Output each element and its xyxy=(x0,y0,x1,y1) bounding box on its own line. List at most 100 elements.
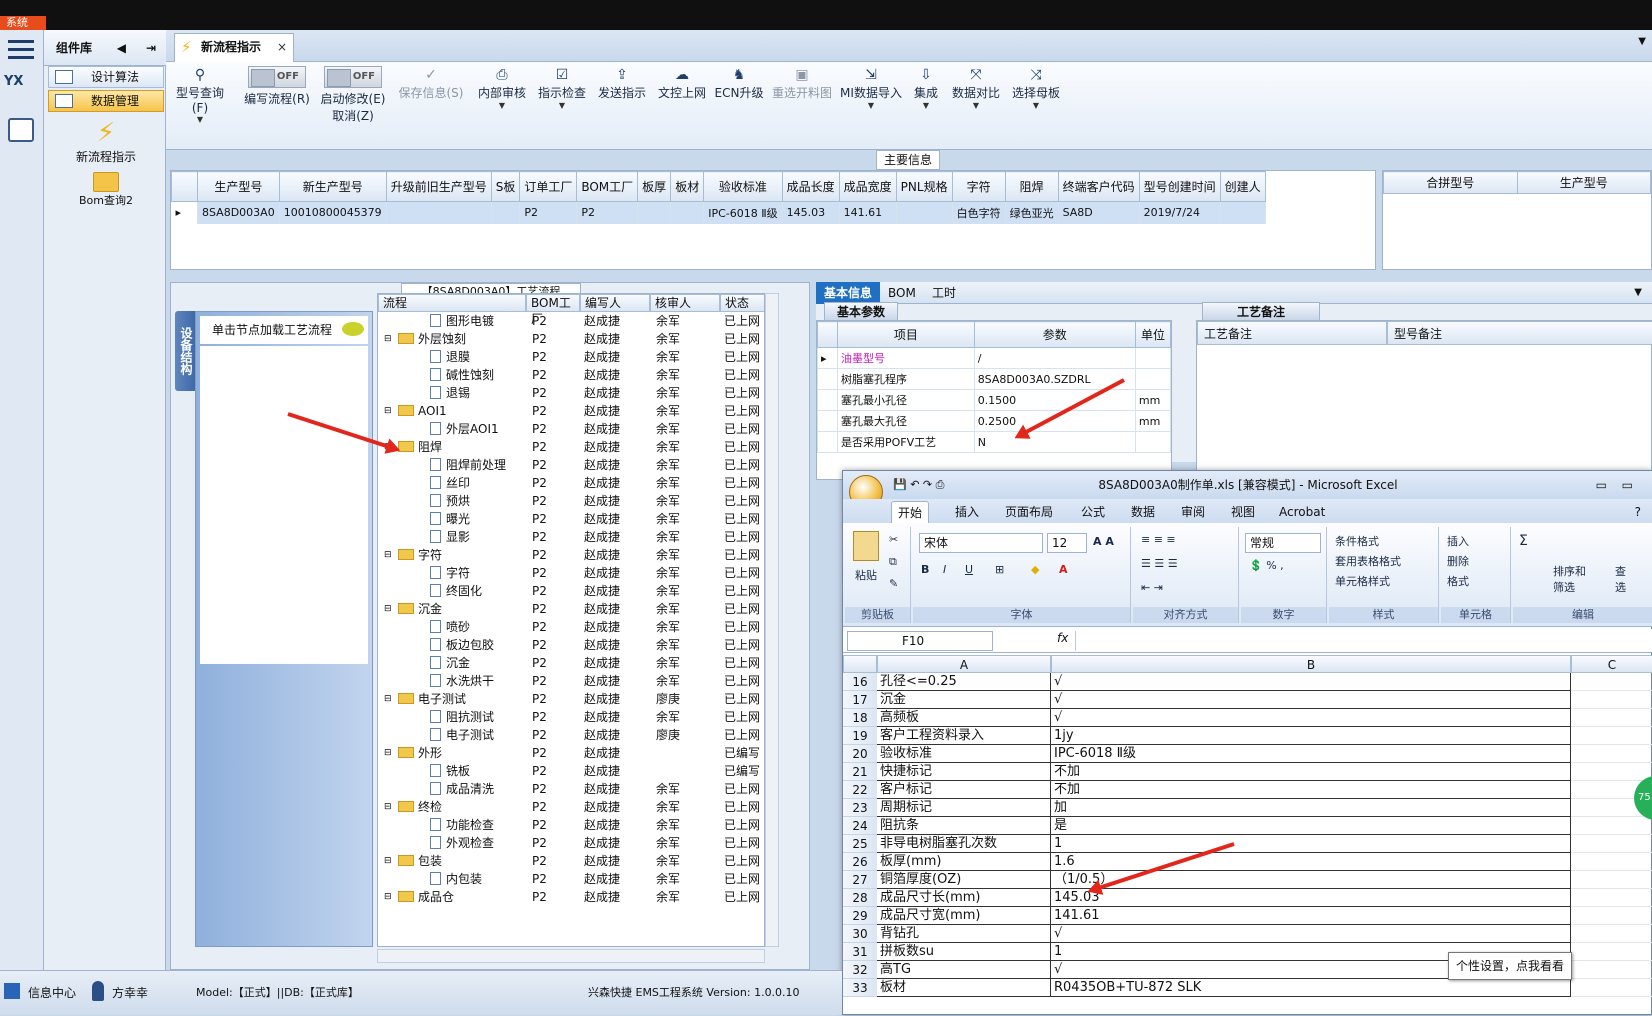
bom-query-item[interactable]: Bom查询2 xyxy=(54,172,158,208)
tree-row[interactable]: 字符 P2 赵成捷 余军 已上网 xyxy=(378,564,764,582)
tree-node[interactable]: 丝印 xyxy=(430,474,526,492)
tab-review[interactable]: 审阅 xyxy=(1175,501,1211,523)
tree-row[interactable]: 退膜 P2 赵成捷 余军 已上网 xyxy=(378,348,764,366)
tree-node[interactable]: 内包装 xyxy=(430,870,526,888)
param-cell-param[interactable]: N xyxy=(973,431,1136,453)
find-select-button[interactable]: 查选 xyxy=(1615,563,1626,595)
col-header[interactable]: 升级前旧生产型号 xyxy=(385,171,492,202)
tab-bom[interactable]: BOM xyxy=(880,282,924,304)
cell-a[interactable]: 背钻孔 xyxy=(877,925,1051,943)
col-header-c[interactable]: C xyxy=(1571,655,1652,673)
tab-page-layout[interactable]: 页面布局 xyxy=(999,501,1059,523)
tree-row[interactable]: 外层AOI1 P2 赵成捷 余军 已上网 xyxy=(378,420,764,438)
cell-b[interactable]: 不加 xyxy=(1051,763,1571,781)
select-all-corner[interactable] xyxy=(843,655,877,673)
col-header[interactable]: 型号创建时间 xyxy=(1138,171,1221,202)
table-row[interactable]: 塞孔最大孔径 0.2500 mm xyxy=(817,410,1172,432)
row-number[interactable]: 24 xyxy=(843,817,877,835)
tree-row[interactable]: 成品仓 P2 赵成捷 余军 已上网 ⊟ xyxy=(378,888,764,906)
tree-node[interactable]: 包装 xyxy=(398,852,526,870)
align-top-icon[interactable]: ≡ ≡ ≡ xyxy=(1141,533,1176,546)
fx-icon[interactable]: fx xyxy=(1057,631,1068,645)
number-format-select[interactable]: 常规 xyxy=(1245,533,1321,553)
col-header[interactable]: 成品长度 xyxy=(781,171,840,202)
col-header[interactable]: 项目 xyxy=(837,321,975,348)
table-cell[interactable]: 白色字符 xyxy=(952,201,1006,224)
col-header[interactable]: 成品宽度 xyxy=(838,171,897,202)
tree-node[interactable]: 显影 xyxy=(430,528,526,546)
col-header[interactable]: 新生产型号 xyxy=(278,171,387,202)
basic-params-group-tab[interactable]: 基本参数 xyxy=(824,302,899,320)
format-painter-icon[interactable]: ✎ xyxy=(889,577,898,590)
expand-collapse-icon[interactable]: ⊟ xyxy=(384,744,396,762)
dropdown-arrow-icon[interactable]: ▼ xyxy=(950,101,1002,110)
paste-button[interactable]: 粘贴 xyxy=(855,567,877,583)
personalize-tooltip[interactable]: 个性设置，点我看看 xyxy=(1448,952,1572,980)
cell-a[interactable]: 铜箔厚度(OZ) xyxy=(877,871,1051,889)
tree-node[interactable]: 铣板 xyxy=(430,762,526,780)
cell-c[interactable] xyxy=(1571,709,1652,727)
craft-notes-group-tab[interactable]: 工艺备注 xyxy=(1202,302,1321,320)
table-cell[interactable]: 绿色亚光 xyxy=(1005,201,1059,224)
cell-b[interactable]: 141.61 xyxy=(1051,907,1571,925)
cell-a[interactable]: 周期标记 xyxy=(877,799,1051,817)
expand-collapse-icon[interactable]: ⊟ xyxy=(384,690,396,708)
col-header[interactable]: 字符 xyxy=(951,171,1006,202)
cell-b[interactable]: √ xyxy=(1051,673,1571,691)
tree-node[interactable]: 沉金 xyxy=(430,654,526,672)
tree-node[interactable]: 电子测试 xyxy=(398,690,526,708)
fill-color-icon[interactable]: ◆ xyxy=(1031,563,1039,576)
table-cell[interactable] xyxy=(491,201,521,224)
cell-a[interactable]: 非导电树脂塞孔次数 xyxy=(877,835,1051,853)
col-header[interactable]: 验收标准 xyxy=(703,171,783,202)
tab-menu-chevron-icon[interactable]: ▼ xyxy=(1638,36,1646,47)
cell-b[interactable]: 加 xyxy=(1051,799,1571,817)
cell-a[interactable]: 拼板数su xyxy=(877,943,1051,961)
tree-node[interactable]: AOI1 xyxy=(398,402,526,420)
col-header-reviewer[interactable]: 核审人 xyxy=(650,294,720,312)
delete-cells-button[interactable]: 删除 xyxy=(1447,553,1469,569)
model-query-button[interactable]: ⚲ 型号查询(F) ▼ xyxy=(168,66,232,124)
tree-row[interactable]: 阻抗测试 P2 赵成捷 余军 已上网 xyxy=(378,708,764,726)
publish-online-button[interactable]: ☁ 文控上网 xyxy=(656,66,708,101)
sort-filter-button[interactable]: 排序和 筛选 xyxy=(1553,563,1586,595)
cut-icon[interactable]: ✂ xyxy=(889,533,898,546)
cell-b[interactable]: 1.6 xyxy=(1051,853,1571,871)
param-cell-unit[interactable] xyxy=(1134,368,1172,390)
tree-node[interactable]: 图形电镀 xyxy=(430,312,526,330)
paste-icon[interactable] xyxy=(853,531,879,561)
tab-formulas[interactable]: 公式 xyxy=(1075,501,1111,523)
table-cell[interactable]: 141.61 xyxy=(839,201,897,224)
cell-c[interactable] xyxy=(1571,817,1652,835)
col-header[interactable]: 板厚 xyxy=(637,171,672,202)
col-header[interactable]: 终端客户代码 xyxy=(1057,171,1140,202)
expand-collapse-icon[interactable]: ⊟ xyxy=(384,330,396,348)
tree-node[interactable]: 外形 xyxy=(398,744,526,762)
windows-grid-icon[interactable] xyxy=(4,983,20,999)
load-hint-header[interactable]: 单击节点加载工艺流程 xyxy=(200,316,368,344)
cell-b[interactable]: √ xyxy=(1051,925,1571,943)
cell-c[interactable] xyxy=(1571,691,1652,709)
tree-row[interactable]: 退锡 P2 赵成捷 余军 已上网 xyxy=(378,384,764,402)
tree-row[interactable]: 终检 P2 赵成捷 余军 已上网 ⊟ xyxy=(378,798,764,816)
tree-node[interactable]: 电子测试 xyxy=(430,726,526,744)
table-cell[interactable] xyxy=(896,201,953,224)
tab-new-flow-instruction[interactable]: ⚡ 新流程指示 × xyxy=(174,33,294,62)
table-cell[interactable]: 10010800045379 xyxy=(279,201,387,224)
expand-collapse-icon[interactable]: ⊟ xyxy=(384,402,396,420)
tree-node[interactable]: 喷砂 xyxy=(430,618,526,636)
cell-b[interactable]: 不加 xyxy=(1051,781,1571,799)
row-number[interactable]: 27 xyxy=(843,871,877,889)
tab-data[interactable]: 数据 xyxy=(1125,501,1161,523)
tree-node[interactable]: 退锡 xyxy=(430,384,526,402)
col-header[interactable]: 订单工厂 xyxy=(519,171,578,202)
tree-row[interactable]: 内包装 P2 赵成捷 余军 已上网 xyxy=(378,870,764,888)
help-icon[interactable]: ? xyxy=(1629,501,1647,523)
tree-row[interactable]: 图形电镀 P2 赵成捷 余军 已上网 xyxy=(378,312,764,330)
bold-icon[interactable]: B xyxy=(921,563,929,576)
tree-node[interactable]: 阻焊 xyxy=(398,438,526,456)
font-size-select[interactable]: 12 xyxy=(1047,533,1087,553)
row-number[interactable]: 22 xyxy=(843,781,877,799)
tree-node[interactable]: 外层AOI1 xyxy=(430,420,526,438)
row-number[interactable]: 33 xyxy=(843,979,877,997)
